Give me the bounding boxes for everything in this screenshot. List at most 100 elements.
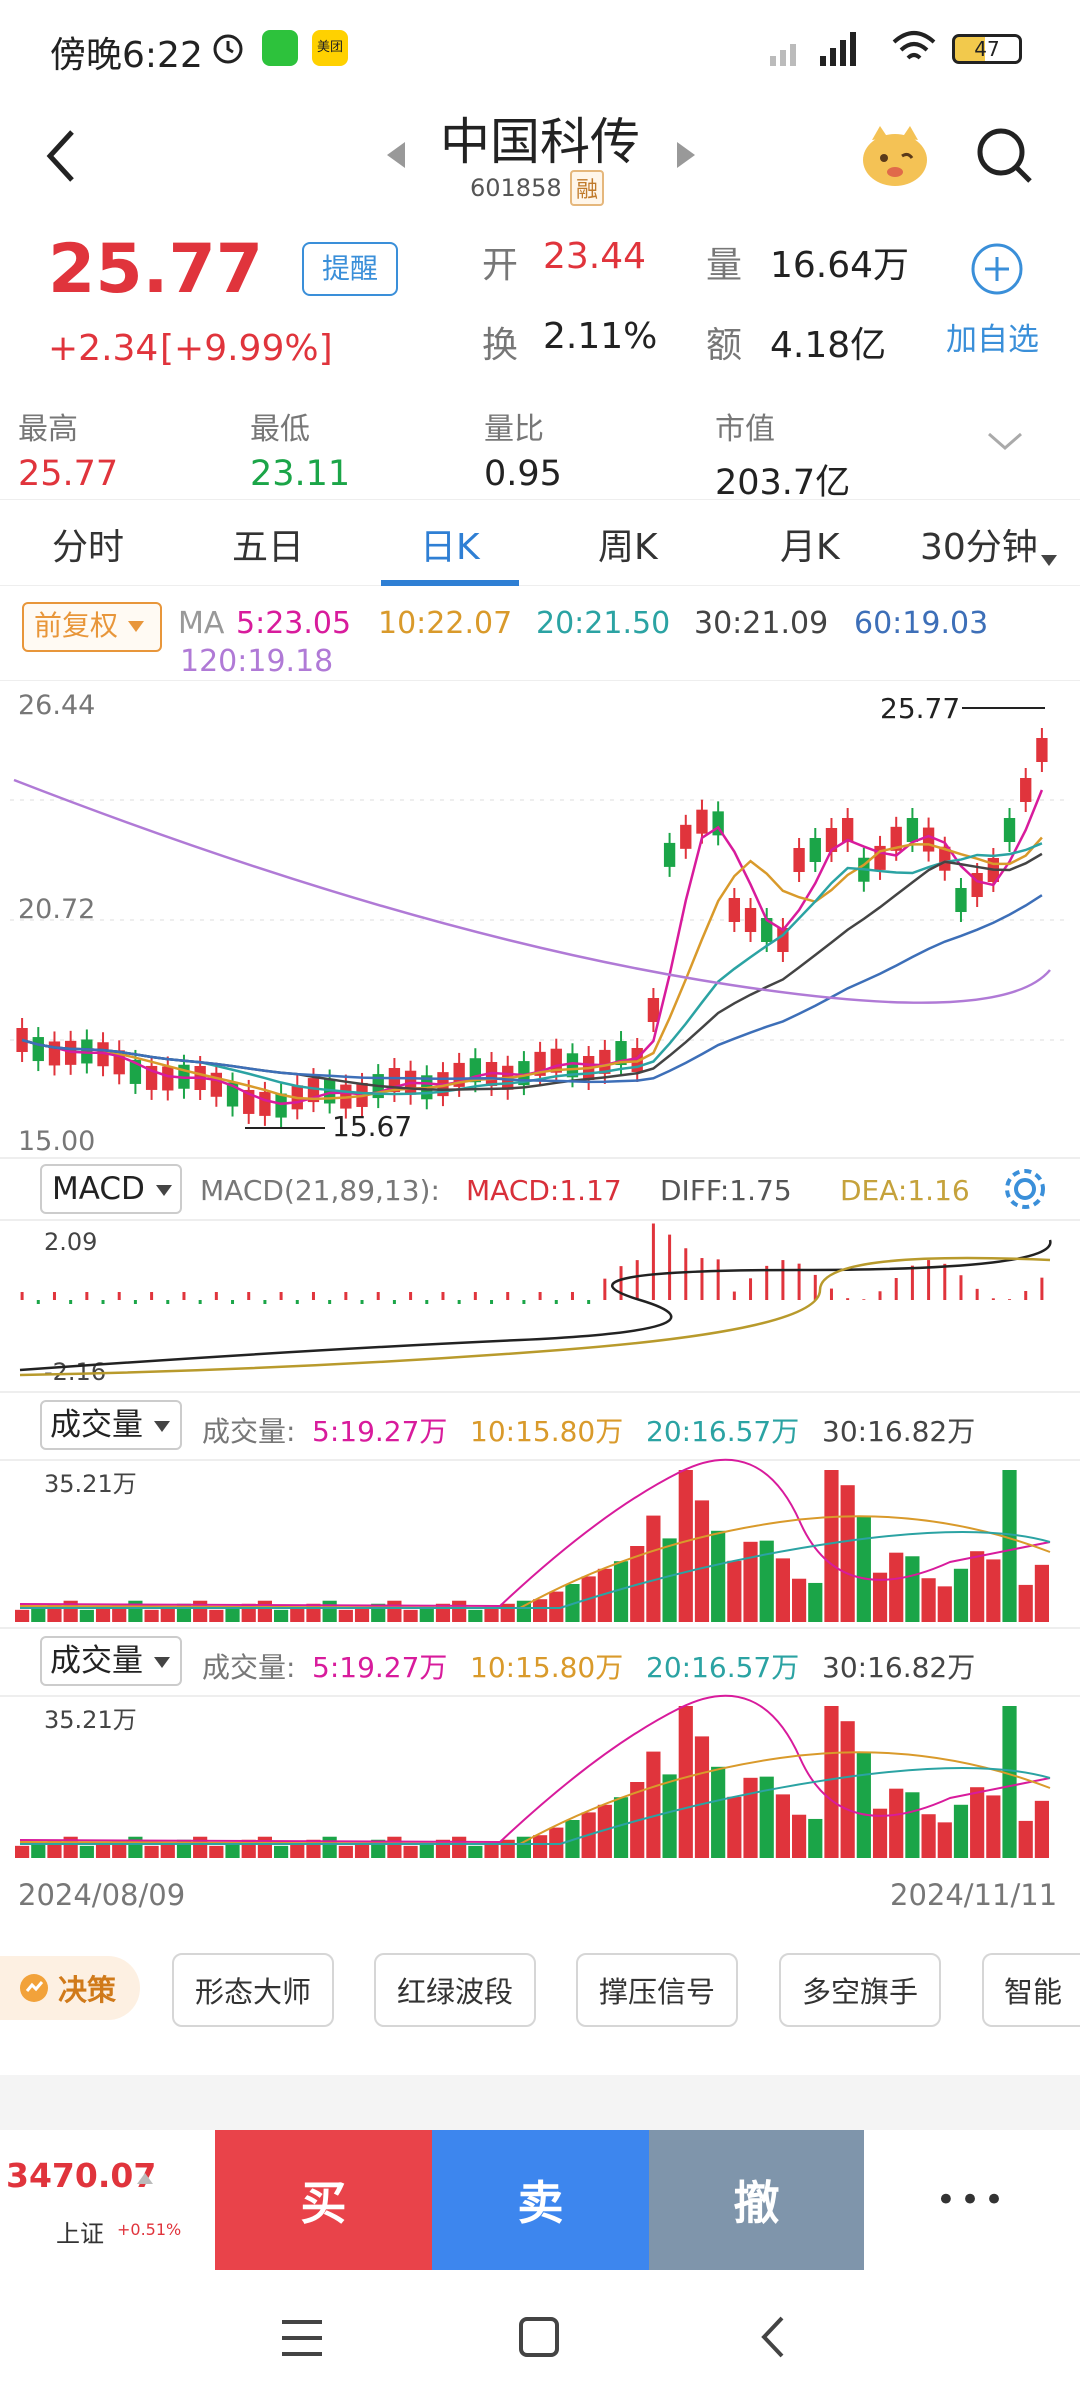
volume-bar xyxy=(290,1842,305,1858)
add-watch-icon[interactable] xyxy=(970,242,1024,300)
macd-params: MACD(21,89,13): xyxy=(200,1174,440,1207)
tab-intraday[interactable]: 分时 xyxy=(52,518,124,568)
search-icon[interactable] xyxy=(975,126,1035,190)
volume-bar xyxy=(209,1609,224,1622)
volume-bar xyxy=(905,1556,920,1622)
volume-bar xyxy=(840,1721,855,1858)
volume-bar xyxy=(856,1515,871,1622)
stat-market-cap: 市值 203.7亿 xyxy=(715,404,850,505)
index-up-icon xyxy=(136,2170,154,2189)
volume-bar xyxy=(160,1606,175,1622)
volume-bar xyxy=(937,1586,952,1622)
chip-smart[interactable]: 智能 xyxy=(982,1953,1080,2027)
sell-button[interactable]: 卖 xyxy=(432,2130,649,2270)
alert-button[interactable]: 提醒 xyxy=(302,242,398,296)
volume-bar xyxy=(95,1842,111,1858)
volume-bar xyxy=(953,1568,969,1622)
volume1-dropdown-label: 成交量 xyxy=(50,1407,143,1443)
index-ticker[interactable]: 3470.07 上证 +0.51% xyxy=(0,2130,215,2270)
volume-bars-2 xyxy=(15,1694,1051,1858)
volume-bar xyxy=(694,1500,710,1622)
candle-body xyxy=(841,818,854,842)
candle-body xyxy=(32,1037,44,1062)
volume-bar xyxy=(824,1470,839,1622)
volume-bar xyxy=(970,1787,985,1858)
stat-label: 量比 xyxy=(484,412,544,447)
volume-bar xyxy=(921,1814,936,1858)
stat-label: 最低 xyxy=(250,412,310,447)
more-button[interactable]: ••• xyxy=(864,2130,1080,2270)
settings-icon[interactable] xyxy=(1002,1166,1048,1216)
tab-five-day[interactable]: 五日 xyxy=(232,518,304,568)
stat-low: 最低 23.11 xyxy=(250,404,350,494)
chip-support-signal[interactable]: 撑压信号 xyxy=(576,1953,738,2027)
prev-stock-icon[interactable] xyxy=(385,140,407,174)
dropdown-icon[interactable] xyxy=(1040,536,1058,577)
volume-bar xyxy=(646,1515,661,1622)
volume-bar xyxy=(484,1842,499,1858)
volume2-v20: 20:16.57万 xyxy=(646,1651,800,1684)
adjust-dropdown[interactable]: 前复权 xyxy=(22,602,162,652)
stat-value: 203.7亿 xyxy=(715,463,851,503)
stat-value: 25.77 xyxy=(18,454,119,494)
candle-body xyxy=(906,818,919,843)
stat-label: 市值 xyxy=(715,412,775,447)
candle-body xyxy=(696,809,708,834)
macd-histogram xyxy=(19,1223,1052,1377)
decision-button[interactable]: 决策 xyxy=(0,1956,140,2020)
menu-icon[interactable] xyxy=(280,2318,324,2362)
volume-bar xyxy=(986,1559,1001,1622)
candle-body xyxy=(663,842,676,867)
ma30-value: 30:21.09 xyxy=(694,606,829,641)
volume-bar xyxy=(95,1606,111,1622)
mascot-icon[interactable] xyxy=(858,120,932,194)
chip-red-green-band[interactable]: 红绿波段 xyxy=(374,1953,536,2027)
turnover-value: 2.11% xyxy=(543,316,658,357)
add-watch-label[interactable]: 加自选 xyxy=(946,314,1039,359)
tab-daily-k[interactable]: 日K xyxy=(420,518,480,568)
volume-bar xyxy=(775,1558,790,1622)
volume-bar xyxy=(403,1845,418,1858)
chip-bull-bear[interactable]: 多空旗手 xyxy=(779,1953,941,2027)
volume-bar xyxy=(727,1796,742,1858)
tab-30min[interactable]: 30分钟 xyxy=(920,518,1038,568)
volume1-dropdown[interactable]: 成交量 xyxy=(40,1400,182,1450)
buy-button[interactable]: 买 xyxy=(215,2130,432,2270)
volume-bar xyxy=(727,1560,742,1622)
tab-monthly-k[interactable]: 月K xyxy=(780,518,840,568)
index-value: 3470.07 xyxy=(6,2156,157,2195)
volume-bar xyxy=(500,1839,515,1858)
volume-bar xyxy=(452,1836,467,1858)
chip-pattern-master[interactable]: 形态大师 xyxy=(172,1953,334,2027)
chart-area[interactable]: 26.44 20.72 15.00 25.77 15.67 2.09 -2.16… xyxy=(0,680,1080,1920)
volume-bar xyxy=(694,1736,710,1858)
price-change: +2.34 xyxy=(48,328,159,369)
volume-bar xyxy=(225,1606,240,1622)
next-stock-icon[interactable] xyxy=(675,140,697,174)
volume-bar xyxy=(354,1842,370,1858)
volume-bar xyxy=(468,1845,483,1858)
candle-body xyxy=(922,827,935,852)
expand-icon[interactable] xyxy=(985,430,1025,458)
macd-dropdown[interactable]: MACD xyxy=(40,1164,182,1214)
volume-bar xyxy=(338,1609,353,1622)
home-icon[interactable] xyxy=(518,2316,560,2362)
volume2-dropdown[interactable]: 成交量 xyxy=(40,1636,182,1686)
cancel-button[interactable]: 撤 xyxy=(649,2130,864,2270)
volume1-prefix: 成交量: xyxy=(202,1415,296,1448)
buy-label: 买 xyxy=(300,2176,347,2230)
vol1-top-label: 35.21万 xyxy=(44,1470,137,1498)
volume-bar xyxy=(1002,1470,1017,1622)
decision-label: 决策 xyxy=(58,1973,117,2007)
stats-row: 最高 25.77 最低 23.11 量比 0.95 市值 203.7亿 xyxy=(0,390,1080,503)
back-nav-icon[interactable] xyxy=(758,2314,788,2364)
tab-weekly-k[interactable]: 周K xyxy=(598,518,658,568)
volume-bar xyxy=(387,1836,402,1858)
volume2-v10: 10:15.80万 xyxy=(470,1651,624,1684)
back-icon[interactable] xyxy=(42,126,82,190)
volume-bar xyxy=(144,1845,159,1858)
kline-chart[interactable]: 26.44 20.72 15.00 25.77 15.67 2.09 -2.16… xyxy=(0,680,1080,1920)
volume-bar xyxy=(678,1470,693,1622)
candle-body xyxy=(793,848,805,872)
volume1-v10: 10:15.80万 xyxy=(470,1415,624,1448)
